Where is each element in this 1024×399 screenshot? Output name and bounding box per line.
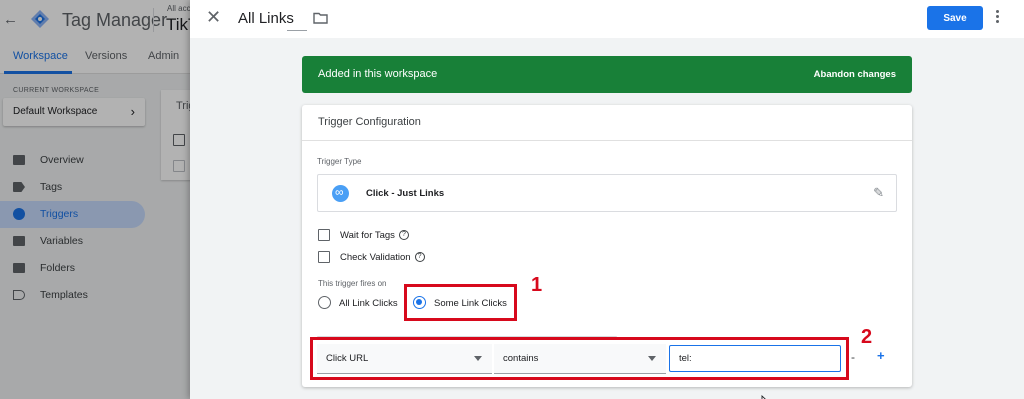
trigger-type-label: Trigger Type xyxy=(317,157,362,166)
trigger-type-selector[interactable]: Click - Just Links ✎ xyxy=(317,174,897,212)
all-link-clicks-label[interactable]: All Link Clicks xyxy=(339,298,398,309)
panel-topbar: ✕ All Links Save xyxy=(190,0,1024,38)
modal-scrim xyxy=(0,0,190,399)
folder-icon[interactable] xyxy=(313,12,328,24)
wait-for-tags-label: Wait for Tags xyxy=(340,230,395,241)
fires-on-label: This trigger fires on xyxy=(318,279,387,288)
link-click-icon xyxy=(332,185,349,202)
annotation-number-2: 2 xyxy=(861,326,873,348)
remove-condition-button[interactable]: - xyxy=(851,350,855,364)
edit-pencil-icon[interactable]: ✎ xyxy=(873,185,884,201)
save-button[interactable]: Save xyxy=(927,6,983,30)
mouse-cursor-icon xyxy=(761,395,766,399)
help-icon[interactable]: ? xyxy=(414,252,425,263)
more-vert-icon[interactable] xyxy=(996,9,1000,25)
check-validation-label-wrap: Check Validation? xyxy=(340,252,425,263)
all-link-clicks-radio[interactable] xyxy=(318,296,331,309)
wait-for-tags-label-wrap: Wait for Tags? xyxy=(340,230,409,241)
check-validation-checkbox[interactable] xyxy=(318,251,330,263)
annotation-box-1 xyxy=(404,284,517,321)
trigger-type-name: Click - Just Links xyxy=(366,188,445,199)
check-validation-label: Check Validation xyxy=(340,252,411,263)
annotation-number-1: 1 xyxy=(531,274,543,296)
add-condition-button[interactable]: + xyxy=(877,348,885,363)
trigger-name[interactable]: All Links xyxy=(238,10,294,27)
help-icon[interactable]: ? xyxy=(398,230,409,241)
wait-for-tags-checkbox[interactable] xyxy=(318,229,330,241)
workspace-status-banner: Added in this workspace Abandon changes xyxy=(302,56,912,93)
title-underline xyxy=(287,30,307,31)
abandon-changes-button[interactable]: Abandon changes xyxy=(814,69,896,80)
card-header: Trigger Configuration xyxy=(302,105,912,141)
annotation-box-2 xyxy=(310,337,849,380)
banner-text: Added in this workspace xyxy=(318,68,438,80)
close-icon[interactable]: ✕ xyxy=(206,8,221,26)
card-title: Trigger Configuration xyxy=(318,116,421,128)
